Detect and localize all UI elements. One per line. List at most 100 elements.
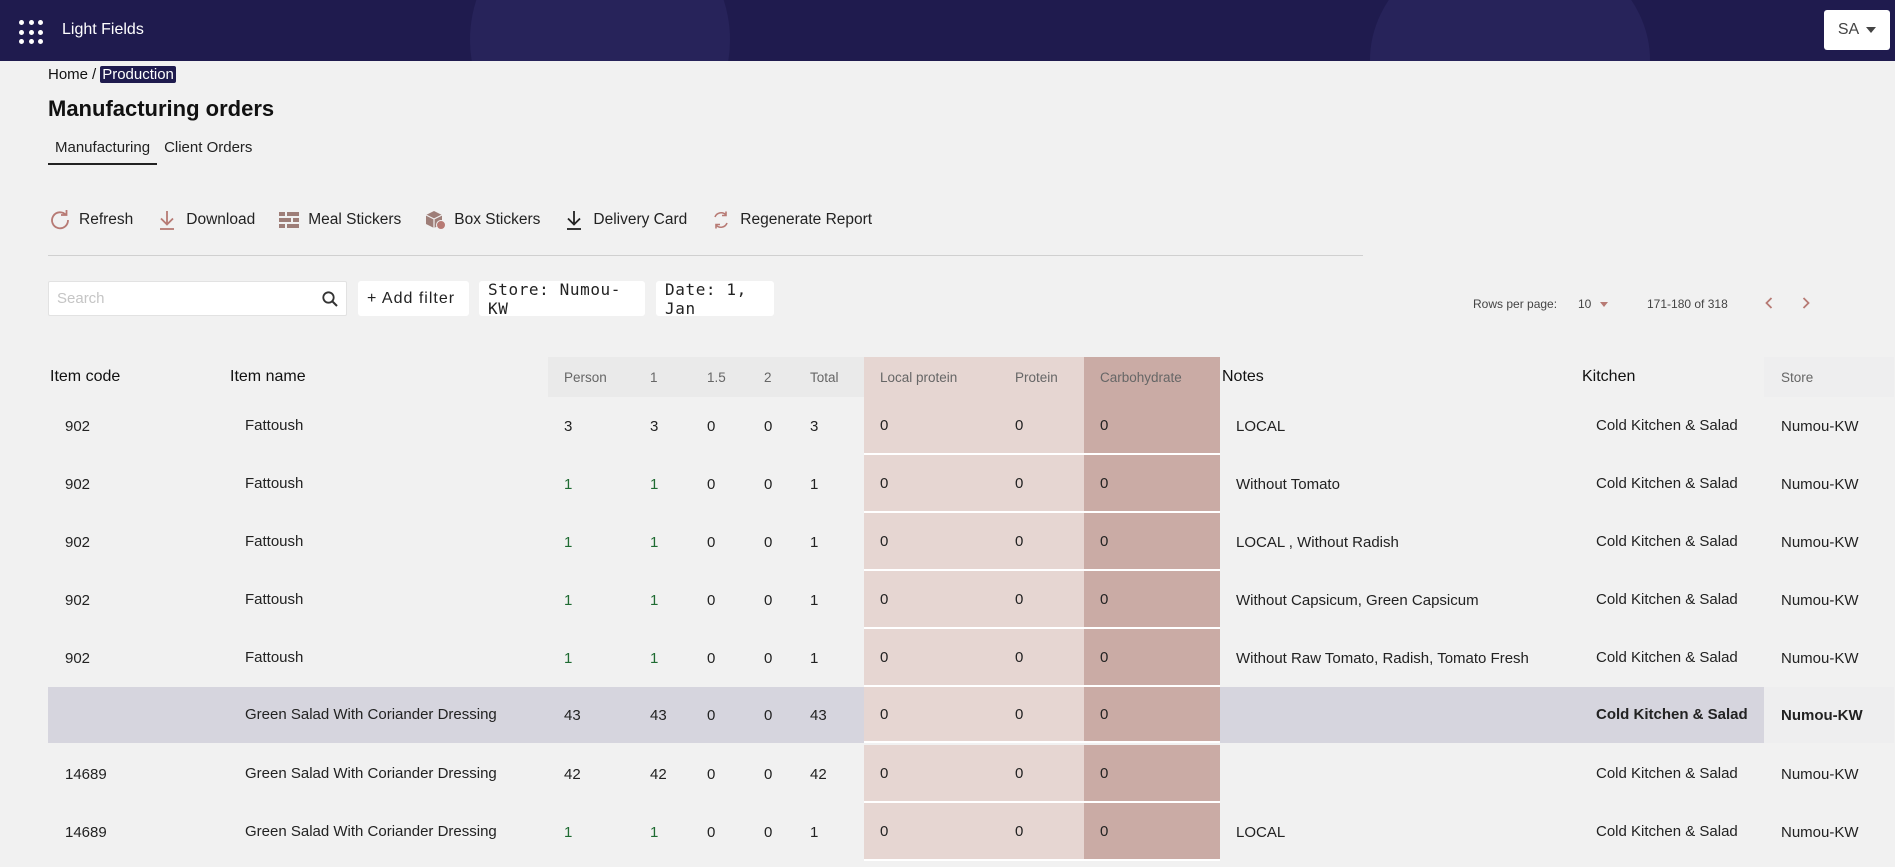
column-header-person[interactable]: Person — [548, 357, 636, 397]
search-box — [48, 281, 347, 316]
kitchen-cell: Cold Kitchen & Salad — [1596, 475, 1738, 492]
person-cell: 43 — [564, 706, 581, 724]
sync-icon — [709, 208, 733, 232]
kitchen-cell: Cold Kitchen & Salad — [1596, 823, 1738, 840]
meal-stickers-button[interactable]: Meal Stickers — [277, 208, 401, 232]
column-header-item-code[interactable]: Item code — [48, 357, 228, 397]
person-cell: 1 — [564, 591, 573, 609]
qty-1-cell: 1 — [650, 823, 659, 841]
protein-cell: 0 — [994, 571, 1084, 629]
item-code-cell: 902 — [65, 533, 91, 551]
column-header-protein[interactable]: Protein — [994, 357, 1084, 397]
total-cell: 1 — [810, 823, 819, 841]
item-code-cell: 14689 — [65, 823, 107, 841]
delivery-card-button[interactable]: Delivery Card — [562, 208, 687, 232]
tab-client-orders[interactable]: Client Orders — [157, 139, 259, 165]
chevron-left-icon — [1765, 297, 1773, 309]
table-row[interactable]: 902 Fattoush 1 1 0 0 1 0 0 0 Without Cap… — [48, 571, 1859, 629]
item-code-cell — [48, 687, 228, 743]
qty-1-cell: 1 — [650, 649, 659, 667]
date-filter-chip[interactable]: Date: 1, Jan — [656, 280, 774, 318]
column-header-store[interactable]: Store — [1764, 357, 1894, 397]
column-header-notes[interactable]: Notes — [1220, 357, 1580, 397]
qty-2-cell: 0 — [764, 706, 773, 724]
notes-cell: LOCAL , Without Radish — [1236, 533, 1399, 551]
qty-2-cell: 0 — [764, 765, 773, 783]
column-header-2[interactable]: 2 — [752, 357, 794, 397]
qty-2-cell: 0 — [764, 591, 773, 609]
column-header-1-5[interactable]: 1.5 — [692, 357, 752, 397]
person-cell: 1 — [564, 533, 573, 551]
qty-2-cell: 0 — [764, 649, 773, 667]
table-row[interactable]: 14689 Green Salad With Coriander Dressin… — [48, 745, 1859, 803]
notes-cell: Without Capsicum, Green Capsicum — [1236, 591, 1479, 609]
table-row[interactable]: 902 Fattoush 1 1 0 0 1 0 0 0 Without Tom… — [48, 455, 1859, 513]
carbohydrate-cell: 0 — [1084, 397, 1220, 455]
table-row[interactable]: 902 Fattoush 3 3 0 0 3 0 0 0 LOCAL Cold … — [48, 397, 1859, 455]
table-row[interactable]: 902 Fattoush 1 1 0 0 1 0 0 0 LOCAL , Wit… — [48, 513, 1859, 571]
item-name-cell: Fattoush — [245, 417, 304, 434]
column-header-1[interactable]: 1 — [636, 357, 692, 397]
search-input[interactable] — [49, 282, 309, 315]
tab-bar: Manufacturing Client Orders — [48, 139, 259, 165]
item-name-cell: Fattoush — [245, 591, 304, 608]
local-protein-cell: 0 — [864, 455, 994, 513]
total-cell: 1 — [810, 475, 819, 493]
group-summary-row[interactable]: Green Salad With Coriander Dressing 43 4… — [48, 687, 1894, 743]
protein-cell: 0 — [994, 629, 1084, 687]
item-name-cell: Fattoush — [245, 649, 304, 666]
column-header-total[interactable]: Total — [794, 357, 864, 397]
tab-manufacturing[interactable]: Manufacturing — [48, 139, 158, 165]
total-cell: 43 — [810, 706, 827, 724]
breadcrumb-current: Production — [100, 66, 176, 83]
qty-1-5-cell: 0 — [707, 591, 716, 609]
total-cell: 42 — [810, 765, 827, 783]
table-row[interactable]: 902 Fattoush 1 1 0 0 1 0 0 0 Without Raw… — [48, 629, 1859, 687]
user-menu-button[interactable]: SA — [1824, 10, 1890, 50]
protein-cell: 0 — [994, 513, 1084, 571]
qty-1-cell: 3 — [650, 417, 659, 435]
item-code-cell: 902 — [65, 475, 91, 493]
protein-cell: 0 — [994, 397, 1084, 455]
refresh-label: Refresh — [79, 211, 134, 228]
qty-1-5-cell: 0 — [707, 649, 716, 667]
protein-cell: 0 — [994, 803, 1084, 861]
item-name-cell: Fattoush — [245, 533, 304, 550]
previous-page-button[interactable] — [1761, 294, 1777, 312]
table-row[interactable]: 14689 Green Salad With Coriander Dressin… — [48, 803, 1859, 861]
column-header-item-name[interactable]: Item name — [228, 357, 548, 397]
qty-1-5-cell: 0 — [707, 823, 716, 841]
column-header-carbohydrate[interactable]: Carbohydrate — [1084, 357, 1220, 397]
qty-2-cell: 0 — [764, 417, 773, 435]
item-code-cell: 902 — [65, 649, 91, 667]
person-cell: 1 — [564, 475, 573, 493]
item-name-cell: Green Salad With Coriander Dressing — [245, 765, 497, 782]
notes-cell — [1220, 687, 1580, 743]
local-protein-cell: 0 — [864, 745, 994, 803]
person-cell: 42 — [564, 765, 581, 783]
column-header-kitchen[interactable]: Kitchen — [1580, 357, 1764, 397]
page-title: Manufacturing orders — [48, 96, 275, 121]
column-header-local-protein[interactable]: Local protein — [864, 357, 994, 397]
rows-per-page-select[interactable]: 10 — [1578, 297, 1609, 311]
next-page-button[interactable] — [1798, 294, 1814, 312]
download-button[interactable]: Download — [155, 208, 255, 232]
box-stickers-button[interactable]: Box Stickers — [423, 208, 540, 232]
notes-cell: LOCAL — [1236, 417, 1286, 435]
item-name-cell: Green Salad With Coriander Dressing — [245, 823, 497, 840]
chevron-down-icon — [1600, 301, 1609, 307]
regenerate-report-button[interactable]: Regenerate Report — [709, 208, 872, 232]
item-code-cell: 14689 — [65, 765, 107, 783]
apps-grid-icon[interactable] — [19, 20, 43, 44]
download-icon — [155, 208, 179, 232]
total-cell: 1 — [810, 591, 819, 609]
local-protein-cell: 0 — [864, 397, 994, 455]
store-filter-chip[interactable]: Store: Numou-KW — [479, 280, 645, 318]
store-cell: Numou-KW — [1781, 475, 1859, 493]
carbohydrate-cell: 0 — [1084, 455, 1220, 513]
breadcrumb-home[interactable]: Home — [48, 66, 88, 83]
search-icon[interactable] — [321, 290, 339, 313]
breadcrumb: Home / Production — [48, 66, 176, 83]
refresh-button[interactable]: Refresh — [48, 208, 133, 232]
add-filter-button[interactable]: + Add filter — [358, 281, 469, 316]
